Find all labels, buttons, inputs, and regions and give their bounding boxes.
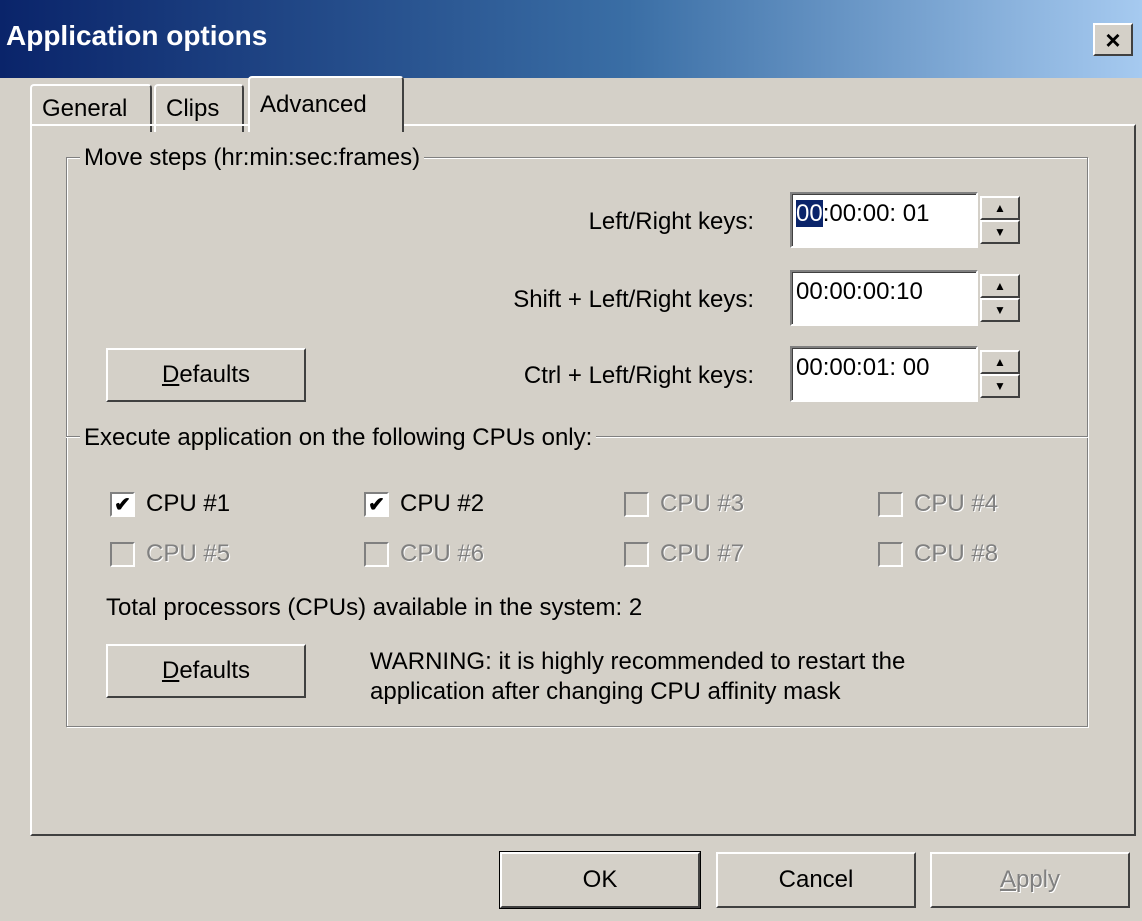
cpu-defaults-button[interactable]: Defaults (106, 644, 306, 698)
shift-spin-down[interactable]: ▼ (980, 298, 1020, 322)
cpu1-label: CPU #1 (146, 490, 231, 517)
tab-general-label: General (42, 95, 128, 122)
warning-line-1: WARNING: it is highly recommended to res… (370, 648, 906, 675)
check-icon: ✔ (368, 493, 385, 516)
spin-up-icon: ▲ (994, 355, 1006, 369)
left-right-keys-label: Left/Right keys: (588, 208, 754, 235)
ctrl-left-right-keys-label: Ctrl + Left/Right keys: (523, 362, 754, 389)
close-icon: × (1105, 24, 1121, 55)
left-right-spin-up[interactable]: ▲ (980, 196, 1020, 220)
cpu6-label: CPU #6 (400, 540, 485, 567)
tab-advanced[interactable]: Advanced (248, 76, 404, 132)
ok-button[interactable]: OK (499, 851, 701, 909)
cpu4-label: CPU #4 (914, 490, 999, 517)
ctrl-spin-up[interactable]: ▲ (980, 350, 1020, 374)
cpu5-label: CPU #5 (146, 540, 231, 567)
left-right-keys-selected: 00 (796, 200, 823, 227)
cpu7-checkbox[interactable] (624, 542, 649, 567)
cpu3-label: CPU #3 (660, 490, 745, 517)
apply-button[interactable]: Apply (930, 852, 1130, 908)
spin-up-icon: ▲ (994, 201, 1006, 215)
move-steps-defaults-button[interactable]: Defaults (106, 348, 306, 402)
shift-left-right-keys-value: 00:00:00:10 (796, 278, 923, 305)
spin-down-icon: ▼ (994, 225, 1006, 239)
cpu2-checkbox[interactable]: ✔ (364, 492, 389, 517)
shift-spin-up[interactable]: ▲ (980, 274, 1020, 298)
warning-line-2: application after changing CPU affinity … (370, 678, 841, 705)
total-cpus-text: Total processors (CPUs) available in the… (106, 594, 643, 621)
cpu6-checkbox[interactable] (364, 542, 389, 567)
cpu1-checkbox[interactable]: ✔ (110, 492, 135, 517)
spin-down-icon: ▼ (994, 303, 1006, 317)
spin-up-icon: ▲ (994, 279, 1006, 293)
ctrl-left-right-keys-value: 00:00:01: 00 (796, 354, 930, 381)
tab-clips-label: Clips (166, 95, 220, 122)
apply-label: pply (1015, 866, 1061, 893)
defaults-accel: D (161, 361, 180, 388)
left-right-spin-down[interactable]: ▼ (980, 220, 1020, 244)
shift-left-right-keys-input[interactable]: 00:00:00:10 (790, 270, 978, 326)
cpu8-label: CPU #8 (914, 540, 999, 567)
defaults-label: efaults (179, 657, 251, 684)
ctrl-left-right-keys-input[interactable]: 00:00:01: 00 (790, 346, 978, 402)
cpu-group-legend: Execute application on the following CPU… (80, 424, 597, 452)
cpu5-checkbox[interactable] (110, 542, 135, 567)
left-right-keys-input[interactable]: 00:00:00: 01 (790, 192, 978, 248)
move-steps-legend: Move steps (hr:min:sec:frames) (80, 144, 425, 172)
close-button[interactable]: × (1093, 23, 1133, 56)
cpu3-checkbox[interactable] (624, 492, 649, 517)
cancel-label: Cancel (778, 866, 854, 893)
window-title: Application options (6, 20, 268, 51)
cancel-button[interactable]: Cancel (716, 852, 916, 908)
cpu2-label: CPU #2 (400, 490, 485, 517)
cpu4-checkbox[interactable] (878, 492, 903, 517)
cpu7-label: CPU #7 (660, 540, 745, 567)
ok-label: OK (582, 866, 618, 893)
spin-down-icon: ▼ (994, 379, 1006, 393)
ctrl-spin-down[interactable]: ▼ (980, 374, 1020, 398)
defaults-accel: D (161, 657, 180, 684)
defaults-label: efaults (179, 361, 251, 388)
cpu8-checkbox[interactable] (878, 542, 903, 567)
apply-accel: A (999, 866, 1016, 893)
tab-advanced-label: Advanced (260, 91, 367, 118)
left-right-keys-value: :00:00: 01 (822, 200, 930, 227)
check-icon: ✔ (114, 493, 131, 516)
shift-left-right-keys-label: Shift + Left/Right keys: (513, 286, 754, 313)
